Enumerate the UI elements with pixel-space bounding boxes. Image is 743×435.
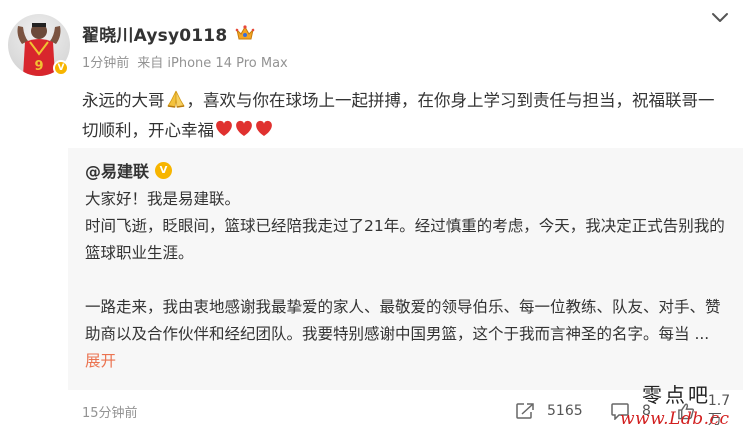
quote-paragraph: 一路走来，我由衷地感谢我最挚爱的家人、最敬爱的领导伯乐、每一位教练、队友、对手、… [85, 294, 725, 375]
quote-author[interactable]: @易建联 [85, 158, 149, 182]
comment-count: 8 [642, 403, 651, 419]
quote-footer: 15分钟前 5165 8 1.7万 [82, 393, 742, 428]
quote-ellipsis: ... [689, 325, 710, 343]
quote-paragraph: 时间飞逝，眨眼间，篮球已经陪我走过了21年。经过慎重的考虑，今天，我决定正式告别… [85, 217, 725, 262]
svg-text:9: 9 [34, 59, 43, 74]
heart-emoji [216, 120, 272, 136]
username-row: 翟晓川Aysy0118 [82, 20, 255, 46]
like-count: 1.7万 [707, 393, 731, 428]
quote-time[interactable]: 15分钟前 [82, 402, 138, 421]
like-button[interactable]: 1.7万 [677, 393, 742, 428]
post-time[interactable]: 1分钟前 [82, 52, 129, 71]
repost-count: 5165 [547, 403, 583, 419]
quote-body: 大家好！我是易建联。 时间飞逝，眨眼间，篮球已经陪我走过了21年。经过慎重的考虑… [85, 186, 725, 375]
verified-badge: V [53, 60, 69, 76]
comment-icon [611, 403, 629, 420]
quote-paragraph: 大家好！我是易建联。 [85, 190, 241, 208]
username[interactable]: 翟晓川Aysy0118 [82, 21, 227, 46]
quote-author-row: @易建联 V [85, 156, 173, 184]
quoted-post[interactable]: @易建联 V 大家好！我是易建联。 时间飞逝，眨眼间，篮球已经陪我走过了21年。… [68, 148, 743, 390]
weibo-post-card: 9 V 翟晓川Aysy0118 1分钟前 来自 iPhone 14 Pro Ma… [0, 0, 743, 435]
repost-icon [516, 403, 534, 419]
post-text: 永远的大哥 ，喜欢与你在球场上一起拼搏，在你身上学习到责任与担当，祝福联哥一切顺… [82, 86, 722, 146]
post-source: 来自 iPhone 14 Pro Max [137, 56, 288, 71]
like-icon [678, 403, 695, 420]
expand-link[interactable]: 展开 [85, 352, 116, 370]
quote-paragraph-text: 一路走来，我由衷地感谢我最挚爱的家人、最敬爱的领导伯乐、每一位教练、队友、对手、… [85, 298, 721, 343]
post-text-part1: 永远的大哥 [82, 91, 165, 110]
crown-icon [236, 25, 255, 40]
more-icon[interactable] [711, 12, 729, 24]
comment-button[interactable]: 8 [610, 400, 651, 422]
repost-button[interactable]: 5165 [515, 400, 583, 422]
folded-hands-emoji [166, 90, 185, 108]
post-meta: 1分钟前 来自 iPhone 14 Pro Max [82, 52, 288, 71]
verified-icon: V [155, 161, 173, 179]
